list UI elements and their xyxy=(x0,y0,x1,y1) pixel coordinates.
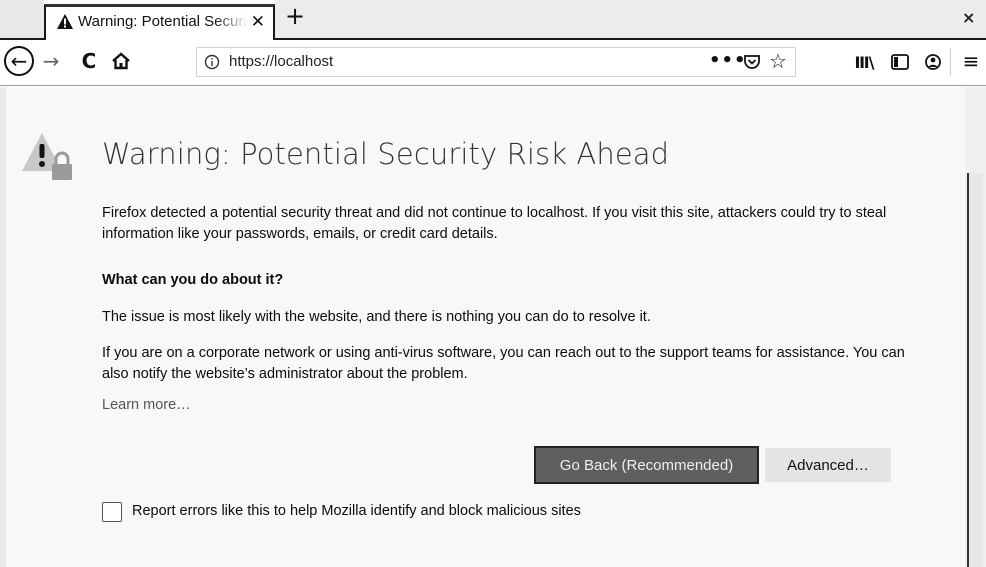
pocket-icon[interactable] xyxy=(743,53,761,71)
back-button[interactable]: ← xyxy=(4,46,34,76)
error-page: Warning: Potential Security Risk Ahead F… xyxy=(6,87,965,567)
hamburger-menu-button[interactable]: ≡ xyxy=(958,48,984,74)
home-icon xyxy=(112,52,130,70)
intro-text: Firefox detected a potential security th… xyxy=(102,205,887,242)
report-errors-checkbox[interactable] xyxy=(102,502,122,522)
tab-title: Warning: Potential Security Risk Ahead xyxy=(78,13,248,30)
page-actions-icon[interactable]: ••• xyxy=(709,50,747,71)
go-back-button[interactable]: Go Back (Recommended) xyxy=(534,446,759,484)
close-icon[interactable]: ✕ xyxy=(251,12,265,32)
account-button[interactable] xyxy=(921,50,945,74)
warning-triangle-icon xyxy=(56,13,74,31)
tab-strip: Warning: Potential Security Risk Ahead ✕… xyxy=(0,0,986,40)
bookmark-star-icon[interactable]: ☆ xyxy=(769,49,787,73)
corporate-network-text: If you are on a corporate network or usi… xyxy=(102,345,905,382)
reload-button[interactable]: C xyxy=(76,48,102,74)
tabstrip-spacer xyxy=(0,0,44,38)
url-bar[interactable]: https://localhost ••• ☆ xyxy=(196,47,796,77)
what-can-you-do-heading: What can you do about it? xyxy=(102,272,284,288)
window-close-button[interactable]: × xyxy=(962,8,975,27)
new-tab-button[interactable]: + xyxy=(283,4,307,29)
page-title: Warning: Potential Security Risk Ahead xyxy=(102,137,670,171)
sidebar-icon xyxy=(891,54,909,70)
security-warning-icon xyxy=(22,131,82,191)
forward-button[interactable]: → xyxy=(38,48,64,74)
sidebar-toggle-button[interactable] xyxy=(888,50,912,74)
tab-security-warning[interactable]: Warning: Potential Security Risk Ahead ✕ xyxy=(44,4,275,40)
home-button[interactable] xyxy=(108,48,134,74)
navigation-toolbar: ← → C https://localhost ••• ☆ Ⅲ\ ≡ xyxy=(0,40,986,86)
toolbar-separator xyxy=(950,48,951,76)
url-text[interactable]: https://localhost xyxy=(229,53,333,70)
report-errors-label[interactable]: Report errors like this to help Mozilla … xyxy=(132,503,581,519)
learn-more-link[interactable]: Learn more… xyxy=(102,397,191,413)
site-info-icon[interactable] xyxy=(204,54,220,70)
advanced-button[interactable]: Advanced… xyxy=(765,448,891,482)
scrollbar-thumb[interactable] xyxy=(967,173,983,567)
page-content: Warning: Potential Security Risk Ahead F… xyxy=(0,87,986,567)
tabstrip-empty-area[interactable] xyxy=(275,0,986,38)
account-icon xyxy=(925,54,941,70)
library-button[interactable]: Ⅲ\ xyxy=(852,50,876,74)
issue-text: The issue is most likely with the websit… xyxy=(102,309,651,325)
